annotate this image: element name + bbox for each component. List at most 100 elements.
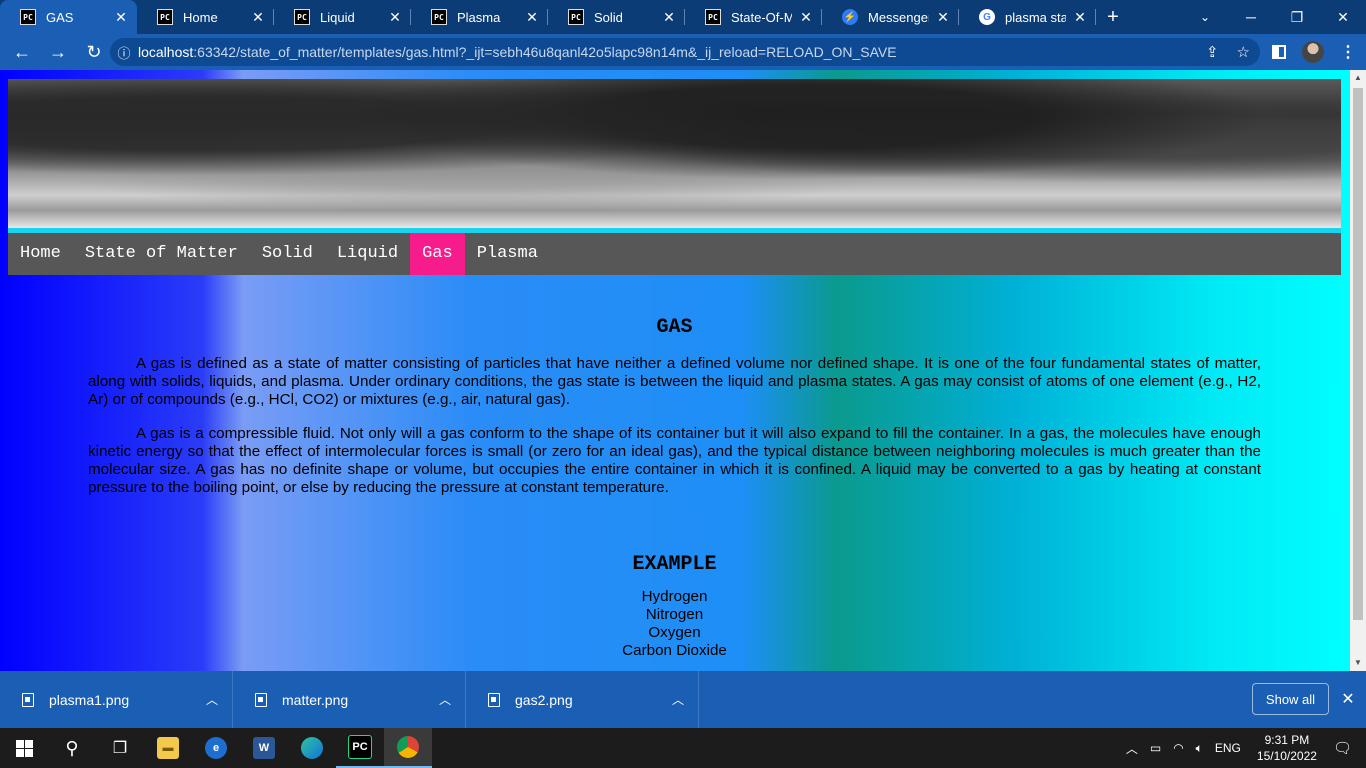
tab-state-of-matter[interactable]: PC State-Of-Mat ✕ (685, 0, 822, 34)
close-icon[interactable]: ✕ (935, 9, 951, 26)
chevron-up-icon[interactable]: ︿ (658, 691, 698, 708)
chrome-logo-icon (397, 736, 419, 758)
nav-solid[interactable]: Solid (250, 233, 325, 275)
file-explorer-icon[interactable]: ▬ (144, 728, 192, 768)
word-w-icon: W (253, 737, 275, 759)
forward-arrow-icon[interactable]: → (42, 36, 74, 68)
close-icon[interactable]: ✕ (250, 9, 266, 26)
close-icon[interactable]: ✕ (387, 9, 403, 26)
profile-avatar[interactable] (1302, 41, 1324, 63)
bookmark-star-icon[interactable]: ☆ (1237, 43, 1250, 61)
new-tab-button[interactable]: + (1096, 0, 1130, 34)
tab-search-chevron-icon[interactable]: ⌄ (1190, 0, 1220, 34)
pycharm-logo-icon: PC (348, 735, 372, 759)
tab-title: Liquid (320, 9, 355, 25)
download-filename: matter.png (282, 691, 349, 708)
window-close-icon[interactable]: ✕ (1320, 0, 1366, 34)
page-scrollbar[interactable]: ▲ ▼ (1350, 70, 1366, 671)
chevron-up-icon[interactable]: ︿ (1120, 740, 1144, 757)
share-icon[interactable]: ⇪ (1206, 43, 1219, 61)
download-item[interactable]: plasma1.png ︿ (0, 671, 233, 728)
nav-state-of-matter[interactable]: State of Matter (73, 233, 250, 275)
image-file-icon (488, 692, 500, 707)
download-filename: gas2.png (515, 691, 573, 708)
menu-kebab-icon[interactable]: ⋮ (1340, 42, 1356, 62)
list-item: Nitrogen (645, 606, 704, 623)
tab-plasma-state-search[interactable]: G plasma state ✕ (959, 0, 1096, 34)
pycharm-icon: PC (294, 9, 310, 25)
pycharm-icon: PC (20, 9, 36, 25)
paragraph-definition: A gas is defined as a state of matter co… (88, 355, 1261, 408)
close-icon[interactable]: ✕ (113, 9, 129, 26)
back-arrow-icon[interactable]: ← (6, 36, 38, 68)
chevron-up-icon[interactable]: ︿ (425, 691, 465, 708)
nav-plasma[interactable]: Plasma (465, 233, 550, 275)
close-icon[interactable]: ✕ (661, 9, 677, 26)
browser-toolbar: ← → ↻ ⓘ localhost:63342/state_of_matter/… (0, 34, 1366, 70)
start-button[interactable] (0, 728, 48, 768)
tab-title: Solid (594, 9, 623, 25)
tab-title: Home (183, 9, 218, 25)
close-icon[interactable]: ✕ (798, 9, 814, 26)
language-indicator[interactable]: ENG (1209, 741, 1247, 755)
download-item[interactable]: matter.png ︿ (233, 671, 466, 728)
wifi-icon[interactable]: ◠ (1167, 741, 1189, 755)
battery-icon[interactable]: ▭ (1144, 741, 1167, 755)
nav-home[interactable]: Home (8, 233, 73, 275)
tab-plasma[interactable]: PC Plasma ✕ (411, 0, 548, 34)
folder-icon: ▬ (157, 737, 179, 759)
search-icon[interactable]: ⚲ (48, 728, 96, 768)
chevron-up-icon[interactable]: ︿ (192, 691, 232, 708)
tab-solid[interactable]: PC Solid ✕ (548, 0, 685, 34)
side-panel-icon[interactable] (1272, 45, 1286, 59)
page-title: GAS (656, 316, 693, 339)
task-view-icon[interactable]: ❐ (96, 728, 144, 768)
edge-icon[interactable] (288, 728, 336, 768)
tab-gas[interactable]: PC GAS ✕ (0, 0, 137, 34)
tab-strip: PC GAS ✕ PC Home ✕ PC Liquid ✕ PC Plasma… (0, 0, 1366, 34)
reload-icon[interactable]: ↻ (78, 36, 110, 68)
pycharm-icon: PC (157, 9, 173, 25)
messenger-icon: ⚡ (842, 9, 858, 25)
close-icon[interactable]: ✕ (1072, 9, 1088, 26)
example-heading: EXAMPLE (632, 553, 717, 576)
windows-logo-icon (15, 739, 33, 757)
scroll-down-icon[interactable]: ▼ (1350, 655, 1366, 671)
edge-legacy-icon[interactable]: e (192, 728, 240, 768)
minimize-icon[interactable]: ─ (1228, 0, 1274, 34)
nav-gas[interactable]: Gas (410, 233, 465, 275)
chrome-taskbar-icon[interactable] (384, 728, 432, 768)
notification-icon[interactable]: 🗨︎ (1327, 739, 1366, 757)
image-file-icon (255, 692, 267, 707)
clock[interactable]: 9:31 PM 15/10/2022 (1247, 732, 1327, 764)
clock-date: 15/10/2022 (1256, 749, 1317, 763)
window-controls: ─ ❐ ✕ (1228, 0, 1366, 34)
system-tray: ︿ ▭ ◠ 🔈︎ ENG 9:31 PM 15/10/2022 🗨︎ (1120, 728, 1366, 768)
close-icon[interactable]: ✕ (524, 9, 540, 26)
pycharm-icon: PC (705, 9, 721, 25)
nav-liquid[interactable]: Liquid (325, 233, 410, 275)
url-path: :63342/state_of_matter/templates/gas.htm… (193, 44, 897, 60)
pycharm-taskbar-icon[interactable]: PC (336, 728, 384, 768)
word-icon[interactable]: W (240, 728, 288, 768)
tab-messenger[interactable]: ⚡ Messenger ✕ (822, 0, 959, 34)
download-filename: plasma1.png (49, 691, 130, 708)
site-info-icon[interactable]: ⓘ (110, 43, 138, 62)
scroll-up-icon[interactable]: ▲ (1350, 70, 1366, 86)
example-list: Hydrogen Nitrogen Oxygen Carbon Dioxide (88, 588, 1261, 660)
show-all-button[interactable]: Show all (1252, 683, 1329, 715)
edge-e-icon: e (205, 737, 227, 759)
close-downloads-icon[interactable]: ✕ (1338, 683, 1358, 715)
address-bar[interactable]: ⓘ localhost:63342/state_of_matter/templa… (110, 38, 1260, 66)
download-item[interactable]: gas2.png ︿ (466, 671, 699, 728)
list-item: Carbon Dioxide (622, 642, 727, 659)
tab-liquid[interactable]: PC Liquid ✕ (274, 0, 411, 34)
cloud-banner-image (8, 79, 1341, 228)
restore-icon[interactable]: ❐ (1274, 0, 1320, 34)
tab-home[interactable]: PC Home ✕ (137, 0, 274, 34)
scrollbar-thumb[interactable] (1353, 88, 1363, 620)
tab-title: Messenger (868, 9, 929, 25)
image-file-icon (22, 692, 34, 707)
volume-icon[interactable]: 🔈︎ (1190, 741, 1209, 756)
list-item: Hydrogen (641, 588, 708, 605)
